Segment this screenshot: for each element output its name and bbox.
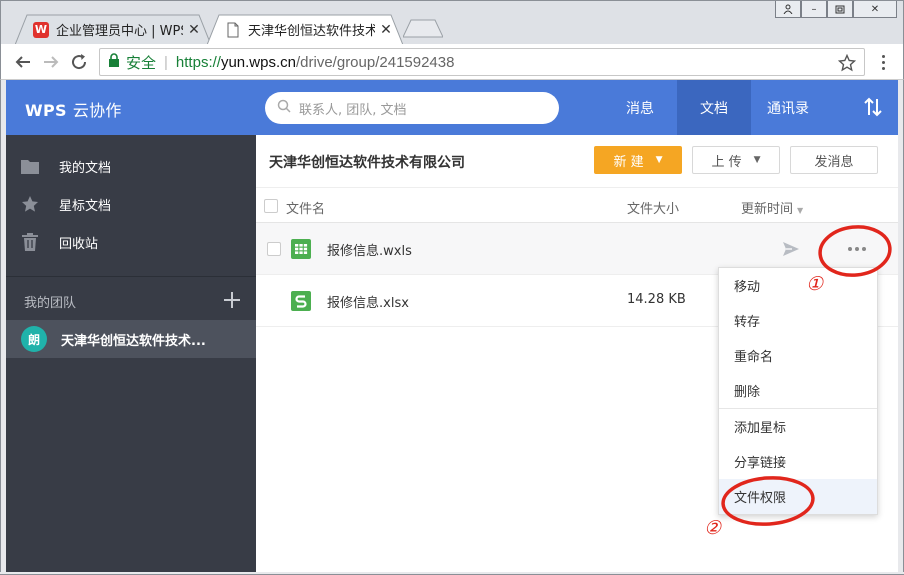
sidebar-item-label: 回收站 — [59, 236, 99, 252]
new-tab-button[interactable] — [403, 14, 443, 45]
window-controls: – ✕ — [775, 1, 897, 18]
trash-icon — [20, 232, 40, 252]
secure-label: 安全 — [126, 54, 157, 72]
new-button-label: 新 建 — [613, 154, 644, 170]
sidebar-item-trash[interactable]: 回收站 — [6, 223, 256, 261]
team-avatar: 朗 — [21, 326, 47, 352]
chevron-down-icon: ▼ — [655, 155, 663, 165]
sidebar-item-label: 星标文档 — [59, 198, 112, 214]
url-separator: | — [164, 53, 168, 71]
add-team-icon[interactable] — [222, 290, 242, 310]
file-context-menu: 移动 转存 重命名 删除 添加星标 分享链接 文件权限 — [718, 267, 878, 515]
annotation-marker-1: ① — [806, 273, 824, 295]
browser-menu-icon[interactable] — [873, 52, 893, 72]
app-header: WPS 云协作 联系人, 团队, 文档 消息 文档 通讯录 — [6, 80, 898, 135]
minimize-icon[interactable]: – — [801, 1, 827, 18]
browser-toolbar: 安全 | https://yun.wps.cn/drive/group/2415… — [0, 44, 904, 80]
menu-item-save-to[interactable]: 转存 — [719, 303, 877, 338]
browser-tab-drive[interactable]: 天津华创恒达软件技术有 ✕ — [207, 14, 403, 45]
file-size: 14.28 KB — [627, 292, 686, 307]
nav-contacts[interactable]: 通讯录 — [751, 80, 825, 135]
folder-icon — [20, 156, 40, 176]
row-checkbox[interactable] — [267, 242, 281, 256]
menu-item-share-link[interactable]: 分享链接 — [719, 444, 877, 479]
new-tab-shape — [403, 19, 443, 38]
reload-icon[interactable] — [69, 52, 89, 72]
url-host: yun.wps.cn — [220, 53, 296, 71]
close-tab-icon[interactable]: ✕ — [379, 22, 393, 38]
menu-item-file-permissions[interactable]: 文件权限 — [719, 479, 877, 514]
sidebar: 我的文档 星标文档 回收站 我的团队 朗 天津华创恒达软件技术... — [6, 135, 256, 572]
nav-messages[interactable]: 消息 — [603, 80, 677, 135]
file-name[interactable]: 报修信息.wxls — [327, 240, 412, 259]
team-section-label: 我的团队 — [24, 296, 77, 311]
send-message-button[interactable]: 发消息 — [790, 146, 878, 174]
browser-tab-admin[interactable]: W 企业管理员中心 | WPS+ ✕ — [15, 14, 211, 45]
more-options-icon[interactable] — [844, 239, 870, 259]
sort-arrows-icon[interactable] — [862, 96, 884, 118]
sidebar-divider — [6, 276, 256, 277]
window-close-icon[interactable]: ✕ — [853, 1, 897, 18]
maximize-icon[interactable] — [827, 1, 853, 18]
lock-icon — [108, 53, 120, 71]
annotation-marker-2: ② — [704, 517, 722, 539]
send-share-icon[interactable] — [781, 239, 801, 259]
menu-item-move[interactable]: 移动 — [719, 268, 877, 303]
browser-titlebar: W 企业管理员中心 | WPS+ ✕ 天津华创恒达软件技术有 ✕ – ✕ — [0, 0, 904, 45]
brand-subtitle: 云协作 — [72, 101, 122, 120]
url-path: /drive/group/241592438 — [296, 53, 455, 71]
sidebar-item-starred[interactable]: 星标文档 — [6, 185, 256, 223]
upload-button-label: 上 传 — [711, 154, 742, 170]
brand-logo[interactable]: WPS 云协作 — [25, 97, 122, 121]
file-name[interactable]: 报修信息.xlsx — [327, 292, 409, 311]
star-icon — [20, 194, 40, 214]
new-button[interactable]: 新 建 ▼ — [594, 146, 682, 174]
spreadsheet-grid-icon — [291, 239, 311, 259]
document-icon — [225, 22, 241, 38]
bookmark-star-icon[interactable] — [837, 53, 857, 72]
back-arrow-icon[interactable] — [13, 52, 33, 72]
brand-name: WPS — [25, 101, 67, 120]
team-label: 天津华创恒达软件技术... — [61, 333, 206, 349]
window-frame-right — [898, 80, 904, 575]
column-header-updated[interactable]: 更新时间 ▼ — [741, 198, 803, 217]
sidebar-item-label: 我的文档 — [59, 160, 112, 176]
menu-item-delete[interactable]: 删除 — [719, 373, 877, 408]
menu-item-add-star[interactable]: 添加星标 — [719, 409, 877, 444]
search-icon — [277, 99, 291, 117]
select-all-checkbox[interactable] — [264, 199, 278, 213]
search-input[interactable]: 联系人, 团队, 文档 — [265, 92, 559, 124]
search-placeholder: 联系人, 团队, 文档 — [299, 102, 407, 118]
column-header-size[interactable]: 文件大小 — [627, 198, 679, 217]
address-bar[interactable]: 安全 | https://yun.wps.cn/drive/group/2415… — [99, 48, 865, 76]
nav-documents[interactable]: 文档 — [677, 80, 751, 135]
url-scheme: https:// — [175, 53, 221, 71]
table-header: 文件名 文件大小 更新时间 ▼ — [256, 187, 898, 223]
user-icon[interactable] — [775, 1, 801, 18]
close-tab-icon[interactable]: ✕ — [187, 22, 201, 38]
chevron-down-icon: ▼ — [753, 155, 761, 165]
sidebar-item-my-docs[interactable]: 我的文档 — [6, 147, 256, 185]
tab-title: 天津华创恒达软件技术有 — [248, 24, 375, 39]
sidebar-item-team[interactable]: 朗 天津华创恒达软件技术... — [6, 320, 256, 358]
menu-item-rename[interactable]: 重命名 — [719, 338, 877, 373]
sort-caret-icon: ▼ — [797, 206, 804, 215]
column-header-name[interactable]: 文件名 — [286, 198, 325, 217]
spreadsheet-s-icon — [291, 291, 311, 311]
upload-button[interactable]: 上 传 ▼ — [692, 146, 780, 174]
tab-title: 企业管理员中心 | WPS+ — [56, 24, 183, 39]
page-title: 天津华创恒达软件技术有限公司 — [269, 155, 465, 171]
column-header-updated-label: 更新时间 — [741, 202, 794, 217]
wps-icon: W — [33, 21, 49, 38]
forward-arrow-icon[interactable] — [41, 52, 61, 72]
